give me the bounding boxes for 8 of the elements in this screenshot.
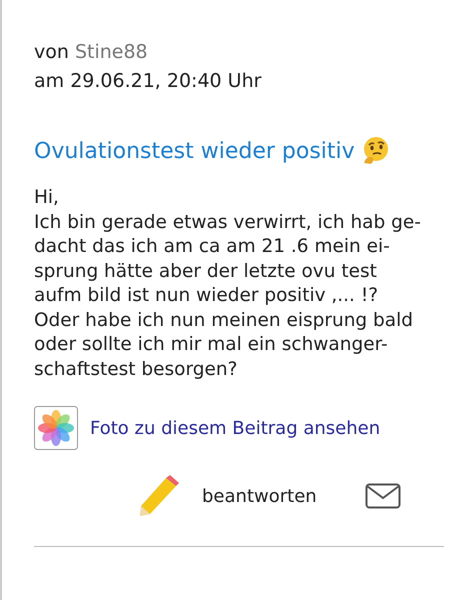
post-date: am 29.06.21, 20:40 Uhr xyxy=(34,69,262,94)
post-text: Hi, Ich bin gerade etwas verwirrt, ich hab ge- dacht das ich am ca am 21 .6 mein ei- sprung hätte aber der letzte ovu test aufm bild ist nun wieder positiv ,... !? Oder habe ich nun meinen eisprung bald oder sollte ich mir mal ein schwanger- schaftstest besorgen? xyxy=(34,186,422,382)
mail-icon[interactable] xyxy=(364,483,401,509)
photos-icon[interactable] xyxy=(34,406,78,450)
post-title: Ovulationstest wieder positiv xyxy=(34,138,355,164)
photo-link[interactable]: Foto zu diesem Beitrag ansehen xyxy=(90,418,380,438)
author-line: von Stine88 xyxy=(34,40,149,65)
reply-button[interactable]: beantworten xyxy=(202,486,317,506)
